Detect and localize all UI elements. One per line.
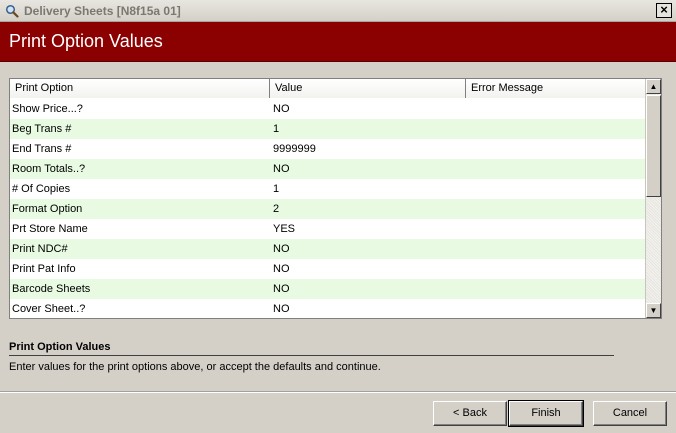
cell-error-message xyxy=(466,99,646,119)
grid-header: Print Option Value Error Message xyxy=(10,79,646,98)
page-title: Print Option Values xyxy=(0,22,676,62)
cell-print-option: Print Pat Info xyxy=(12,263,76,275)
cell-print-option: Barcode Sheets xyxy=(12,283,91,295)
cell-print-option: Print NDC# xyxy=(12,243,68,255)
cell-error-message xyxy=(466,139,646,159)
grid-body: Show Price...? NO Beg Trans # 1 End Trans # 9… xyxy=(10,99,646,318)
table-row[interactable]: End Trans # 9999999 xyxy=(10,139,646,159)
column-header-print-option[interactable]: Print Option xyxy=(10,79,270,98)
print-options-grid: Print Option Value Error Message Show Pr… xyxy=(9,78,662,319)
cell-value[interactable]: YES xyxy=(270,219,466,239)
cell-print-option: Format Option xyxy=(12,203,83,215)
cell-error-message xyxy=(466,299,646,318)
description-divider xyxy=(9,355,614,356)
close-button[interactable]: × xyxy=(656,3,672,18)
column-header-value[interactable]: Value xyxy=(270,79,466,98)
scroll-up-icon[interactable]: ▲ xyxy=(646,79,661,94)
cell-error-message xyxy=(466,159,646,179)
vertical-scrollbar[interactable]: ▲ ▼ xyxy=(645,79,661,318)
table-row[interactable]: Print NDC# NO xyxy=(10,239,646,259)
cell-error-message xyxy=(466,219,646,239)
cell-print-option: # Of Copies xyxy=(12,183,71,195)
window-titlebar: Delivery Sheets [N8f15a 01] × xyxy=(0,0,676,22)
cell-print-option: Prt Store Name xyxy=(12,223,88,235)
table-row[interactable]: Beg Trans # 1 xyxy=(10,119,646,139)
footer-divider xyxy=(0,391,676,393)
cell-error-message xyxy=(466,239,646,259)
cancel-button[interactable]: Cancel xyxy=(593,401,667,426)
window-title: Delivery Sheets [N8f15a 01] xyxy=(24,3,181,18)
table-row[interactable]: Print Pat Info NO xyxy=(10,259,646,279)
cell-print-option: Cover Sheet..? xyxy=(12,303,86,315)
cell-value[interactable]: NO xyxy=(270,239,466,259)
cell-value[interactable]: NO xyxy=(270,279,466,299)
description-title: Print Option Values xyxy=(9,341,111,353)
cell-value[interactable]: 1 xyxy=(270,179,466,199)
cell-error-message xyxy=(466,119,646,139)
scroll-down-icon[interactable]: ▼ xyxy=(646,303,661,318)
table-row[interactable]: Format Option 2 xyxy=(10,199,646,219)
cell-error-message xyxy=(466,259,646,279)
table-row[interactable]: Prt Store Name YES xyxy=(10,219,646,239)
cell-error-message xyxy=(466,179,646,199)
cell-value[interactable]: NO xyxy=(270,259,466,279)
cell-error-message xyxy=(466,199,646,219)
back-button[interactable]: < Back xyxy=(433,401,507,426)
scrollbar-thumb[interactable] xyxy=(646,95,661,197)
finish-button[interactable]: Finish xyxy=(508,400,584,427)
cell-value[interactable]: 2 xyxy=(270,199,466,219)
column-header-error-message[interactable]: Error Message xyxy=(466,79,646,98)
table-row[interactable]: Cover Sheet..? NO xyxy=(10,299,646,318)
description-text: Enter values for the print options above… xyxy=(9,361,381,373)
table-row[interactable]: Barcode Sheets NO xyxy=(10,279,646,299)
table-row[interactable]: # Of Copies 1 xyxy=(10,179,646,199)
cell-print-option: Show Price...? xyxy=(12,103,83,115)
cell-value[interactable]: NO xyxy=(270,99,466,119)
cell-value[interactable]: NO xyxy=(270,299,466,318)
cell-value[interactable]: 1 xyxy=(270,119,466,139)
cell-value[interactable]: NO xyxy=(270,159,466,179)
table-row[interactable]: Show Price...? NO xyxy=(10,99,646,119)
cell-print-option: End Trans # xyxy=(12,143,72,155)
cell-value[interactable]: 9999999 xyxy=(270,139,466,159)
cell-error-message xyxy=(466,279,646,299)
cell-print-option: Room Totals..? xyxy=(12,163,86,175)
cell-print-option: Beg Trans # xyxy=(12,123,72,135)
search-icon xyxy=(4,3,20,19)
table-row[interactable]: Room Totals..? NO xyxy=(10,159,646,179)
